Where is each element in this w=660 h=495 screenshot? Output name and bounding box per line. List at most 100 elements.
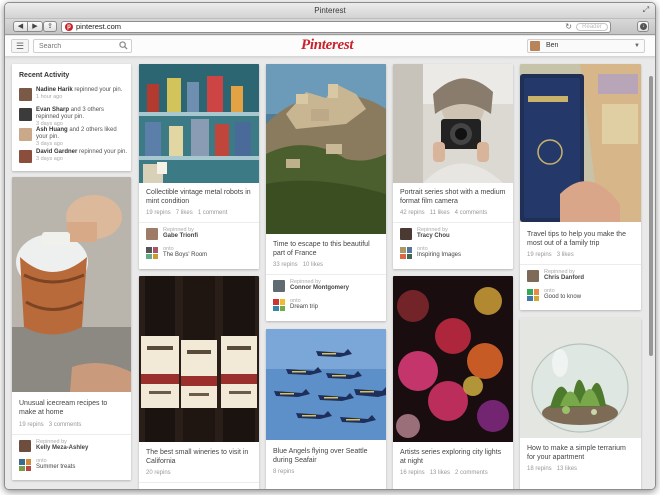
- pin-image[interactable]: [139, 64, 259, 183]
- repinner-name[interactable]: Gabe Trionfi: [163, 233, 198, 239]
- board-name[interactable]: The Boys' Room: [163, 252, 207, 258]
- recent-activity-title: Recent Activity: [19, 72, 70, 79]
- repinner-name[interactable]: Tracy Chou: [417, 233, 450, 239]
- like-count: 3 likes: [556, 252, 574, 258]
- pin-card[interactable]: Travel tips to help you make the most ou…: [520, 64, 641, 310]
- board-link[interactable]: onto Inspiring Images: [400, 246, 507, 259]
- comment-count: 3 comments: [48, 422, 82, 428]
- avatar: [146, 228, 158, 240]
- search-icon[interactable]: [119, 41, 128, 50]
- comment-count: 1 comment: [197, 210, 228, 216]
- pin-card[interactable]: Unusual icecream recipes to make at home…: [12, 177, 131, 480]
- reader-button[interactable]: Reader: [576, 23, 608, 31]
- back-button[interactable]: ◀: [13, 21, 28, 32]
- pin-card[interactable]: Time to escape to this beautiful part of…: [266, 64, 386, 321]
- scrollbar[interactable]: [649, 76, 653, 356]
- user-menu[interactable]: Ben ▼: [527, 39, 645, 53]
- board-link[interactable]: onto Good to know: [527, 288, 635, 301]
- repinner-name[interactable]: Kelly Meza-Ashley: [36, 445, 88, 451]
- downloads-button[interactable]: ↓: [637, 21, 649, 32]
- reload-icon[interactable]: ↻: [565, 22, 572, 32]
- share-button[interactable]: ⇪: [43, 21, 57, 32]
- menu-button[interactable]: ☰: [11, 39, 29, 53]
- board-link[interactable]: onto The Boys' Room: [146, 246, 253, 259]
- pin-caption[interactable]: Travel tips to help you make the most ou…: [527, 230, 635, 248]
- chevron-down-icon: ▼: [634, 43, 640, 49]
- avatar: [19, 150, 32, 163]
- like-count: 10 likes: [302, 262, 324, 268]
- board-thumbnail: [19, 459, 31, 471]
- board-name[interactable]: Good to know: [544, 294, 581, 300]
- pin-stats: 19 repins 7 likes 1 comment: [146, 210, 227, 216]
- activity-user[interactable]: Evan Sharp: [36, 107, 69, 113]
- pin-image[interactable]: [393, 64, 513, 183]
- board-thumbnail: [273, 299, 285, 311]
- forward-button[interactable]: ▶: [28, 21, 43, 32]
- pin-image[interactable]: [266, 329, 386, 440]
- repinned-by[interactable]: Repinned by Kelly Meza-Ashley: [19, 439, 125, 454]
- pin-image[interactable]: [520, 318, 641, 438]
- search-input[interactable]: [33, 39, 132, 53]
- activity-item[interactable]: Evan Sharp and 3 others repinned your pi…: [19, 107, 127, 127]
- divider: [266, 274, 386, 275]
- repinned-by[interactable]: Repinned by Gabe Trionfi: [146, 227, 253, 242]
- pin-image[interactable]: [520, 64, 641, 222]
- pin-caption[interactable]: Collectible vintage metal robots in mint…: [146, 188, 253, 206]
- pin-caption[interactable]: The best small wineries to visit in Cali…: [146, 448, 253, 466]
- activity-user[interactable]: Nadine Harik: [36, 87, 73, 93]
- pin-stats: 18 repins 13 likes: [527, 466, 577, 472]
- board-name[interactable]: Inspiring Images: [417, 252, 461, 258]
- pin-caption[interactable]: Portrait series shot with a medium forma…: [400, 188, 507, 206]
- repinned-by[interactable]: Repinned by Chris Danford: [527, 269, 635, 284]
- board-name[interactable]: Dream trip: [290, 304, 318, 310]
- activity-action: repinned your pin.: [79, 149, 128, 155]
- board-link[interactable]: onto Dream trip: [273, 298, 380, 311]
- pin-stats: 16 repins 13 likes 2 comments: [400, 470, 488, 476]
- pin-card[interactable]: Artists series exploring city lights at …: [393, 276, 513, 489]
- pin-image[interactable]: [393, 276, 513, 442]
- pin-caption[interactable]: Blue Angels flying over Seattle during S…: [273, 447, 380, 465]
- fullscreen-icon[interactable]: ⤢: [642, 6, 650, 14]
- pin-image[interactable]: [266, 64, 386, 234]
- pin-stats: 42 repins 11 likes 4 comments: [400, 210, 487, 216]
- pin-image[interactable]: [12, 177, 131, 392]
- pin-caption[interactable]: How to make a simple terrarium for your …: [527, 444, 635, 462]
- recent-activity-panel: Recent Activity Nadine Harik repinned yo…: [12, 64, 131, 171]
- repin-count: 42 repins: [400, 210, 425, 216]
- pin-card[interactable]: Collectible vintage metal robots in mint…: [139, 64, 259, 269]
- pin-caption[interactable]: Artists series exploring city lights at …: [400, 448, 507, 466]
- pin-caption[interactable]: Unusual icecream recipes to make at home: [19, 399, 125, 417]
- comment-count: 4 comments: [454, 210, 488, 216]
- repinned-by[interactable]: Repinned by Tracy Chou: [400, 227, 507, 242]
- pin-image[interactable]: [139, 276, 259, 442]
- repinner-name[interactable]: Chris Danford: [544, 275, 584, 281]
- activity-time: 1 hour ago: [36, 94, 63, 100]
- board-thumbnail: [146, 247, 158, 259]
- activity-user[interactable]: David Gardner: [36, 149, 77, 155]
- repin-count: 20 repins: [146, 470, 171, 476]
- pin-card[interactable]: How to make a simple terrarium for your …: [520, 318, 641, 489]
- repinner-name[interactable]: Connor Montgomery: [290, 285, 349, 291]
- pinterest-logo[interactable]: Pinterest: [301, 37, 354, 54]
- board-link[interactable]: onto Summer treats: [19, 458, 125, 471]
- board-name[interactable]: Summer treats: [36, 464, 75, 470]
- repin-count: 33 repins: [273, 262, 298, 268]
- pin-card[interactable]: The best small wineries to visit in Cali…: [139, 276, 259, 489]
- address-bar[interactable]: p pinterest.com ↻ Reader: [61, 21, 611, 33]
- nav-buttons: ◀ ▶: [13, 21, 43, 32]
- divider: [139, 222, 259, 223]
- activity-item[interactable]: Ash Huang and 2 others liked your pin. 3 …: [19, 127, 127, 147]
- pin-card[interactable]: Portrait series shot with a medium forma…: [393, 64, 513, 269]
- repinned-by[interactable]: Repinned by Connor Montgomery: [273, 279, 380, 294]
- activity-user[interactable]: Ash Huang: [36, 127, 68, 133]
- pin-stats: 33 repins 10 likes: [273, 262, 323, 268]
- pin-stats: 20 repins: [146, 470, 171, 476]
- pin-card[interactable]: Blue Angels flying over Seattle during S…: [266, 329, 386, 489]
- divider: [393, 222, 513, 223]
- pin-caption[interactable]: Time to escape to this beautiful part of…: [273, 240, 380, 258]
- avatar: [19, 88, 32, 101]
- divider: [12, 434, 131, 435]
- activity-item[interactable]: Nadine Harik repinned your pin. 1 hour ag…: [19, 87, 127, 106]
- activity-item[interactable]: David Gardner repinned your pin. 3 days a…: [19, 149, 128, 168]
- repin-count: 19 repins: [527, 252, 552, 258]
